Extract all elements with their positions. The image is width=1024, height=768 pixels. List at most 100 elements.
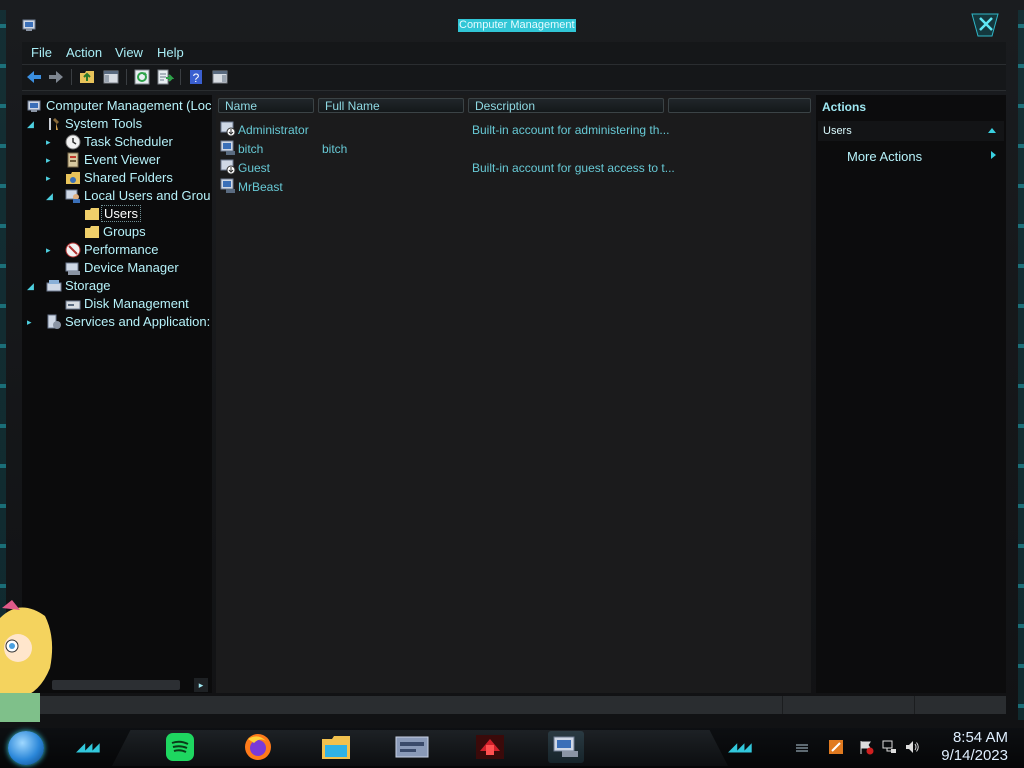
forward-arrow-icon[interactable]	[47, 68, 65, 86]
column-header-full-name[interactable]: Full Name	[318, 98, 464, 113]
expanded-chevron-icon[interactable]: ◢	[27, 119, 34, 130]
show-hide-action-pane-icon[interactable]	[211, 68, 229, 86]
tree-item-label: Device Manager	[84, 260, 179, 275]
expanded-chevron-icon[interactable]: ◢	[46, 191, 53, 202]
tree-item-label: Computer Management (Loc	[46, 98, 212, 113]
storage-icon	[46, 280, 62, 292]
close-icon[interactable]	[968, 10, 1004, 40]
chevron-ornament-icon: ◢◢◢	[76, 740, 100, 754]
network-icon[interactable]	[881, 739, 897, 755]
computer-management-icon	[22, 19, 36, 31]
user-name: Administrator	[238, 123, 309, 137]
spotify-icon[interactable]	[162, 731, 198, 763]
scroll-right-icon[interactable]: ▸	[194, 678, 208, 692]
shared-folder-icon	[66, 172, 80, 184]
users-list-view: Name Full Name Description Administrator…	[216, 95, 811, 693]
menu-help[interactable]: Help	[157, 45, 184, 60]
device-manager-icon	[65, 262, 80, 275]
actions-title: Actions	[822, 100, 867, 114]
collapsed-chevron-icon[interactable]: ▸	[46, 173, 51, 184]
user-description: Built-in account for administering th...	[472, 123, 670, 137]
status-bar-segment	[782, 696, 915, 714]
start-button[interactable]	[8, 731, 44, 765]
user-description: Built-in account for guest access to t..…	[472, 161, 675, 175]
tree-item-label: Users	[101, 205, 141, 222]
clock-date: 9/14/2023	[941, 747, 1008, 764]
tray-app-icon[interactable]	[828, 739, 844, 755]
tree-item-label: Groups	[103, 224, 146, 239]
toolbar-separator	[126, 69, 127, 85]
window-title: Computer Management	[458, 19, 576, 32]
collapsed-chevron-icon[interactable]: ▸	[27, 317, 32, 328]
computer-management-taskbar-button[interactable]	[548, 731, 584, 763]
expanded-chevron-icon[interactable]: ◢	[27, 281, 34, 292]
user-icon	[220, 178, 235, 193]
menu-view[interactable]: View	[115, 45, 143, 60]
collapsed-chevron-icon[interactable]: ▸	[46, 245, 51, 256]
refresh-icon[interactable]	[133, 68, 151, 86]
table-row[interactable]: Guest Built-in account for guest access …	[220, 159, 810, 177]
user-name: Guest	[238, 161, 271, 175]
menu-bar: File Action View Help	[22, 42, 1006, 65]
folder-icon	[85, 226, 99, 238]
disabled-user-icon	[220, 121, 236, 137]
firefox-icon[interactable]	[240, 731, 276, 763]
chevron-ornament-icon: ◢◢◢	[728, 740, 752, 754]
tree-item-label: Disk Management	[84, 296, 189, 311]
tree-item-label: Performance	[84, 242, 159, 257]
folder-icon	[85, 208, 99, 220]
services-icon	[47, 314, 61, 329]
actions-section-users[interactable]: Users	[818, 121, 1004, 141]
table-row[interactable]: Administrator Built-in account for admin…	[220, 121, 810, 139]
menu-file[interactable]: File	[31, 45, 52, 60]
collapsed-chevron-icon[interactable]: ▸	[46, 137, 51, 148]
collapsed-chevron-icon[interactable]: ▸	[46, 155, 51, 166]
tree-item-label: Local Users and Grou	[84, 188, 211, 203]
event-viewer-icon	[67, 152, 79, 168]
show-hidden-icons-icon[interactable]	[794, 739, 810, 755]
frame-right-ornament	[1018, 10, 1024, 720]
tools-icon	[49, 118, 59, 130]
computer-management-icon	[27, 100, 41, 112]
table-row[interactable]: MrBeast	[220, 178, 810, 196]
clock-icon	[65, 134, 81, 150]
tree-item-label: Event Viewer	[84, 152, 161, 167]
tree-item-label: Services and Application:	[65, 314, 211, 329]
user-icon	[220, 140, 235, 155]
status-bar-segment	[22, 696, 783, 714]
back-arrow-icon[interactable]	[25, 68, 43, 86]
export-list-icon[interactable]	[156, 68, 174, 86]
toolbar-separator	[180, 69, 181, 85]
column-header-empty[interactable]	[668, 98, 811, 113]
show-hide-console-tree-icon[interactable]	[102, 68, 120, 86]
user-full-name: bitch	[322, 142, 348, 156]
clock-time: 8:54 AM	[952, 729, 1008, 746]
user-name: bitch	[238, 142, 264, 156]
more-actions-link[interactable]: More Actions	[847, 149, 922, 164]
actions-pane: Actions Users More Actions	[816, 95, 1006, 693]
tree-item-label: Task Scheduler	[84, 134, 173, 149]
action-center-flag-icon[interactable]	[858, 739, 874, 755]
tree-item-label: Shared Folders	[84, 170, 173, 185]
users-icon	[65, 189, 80, 203]
actions-section-label: Users	[823, 125, 852, 137]
submenu-arrow-icon[interactable]	[991, 151, 996, 159]
help-icon[interactable]: ?	[187, 68, 205, 86]
scrollbar-thumb[interactable]	[52, 680, 180, 690]
computer-management-icon	[553, 736, 578, 757]
tree-item-label: Storage	[65, 278, 111, 293]
column-header-name[interactable]: Name	[218, 98, 314, 113]
red-app-icon[interactable]	[472, 731, 508, 763]
column-header-description[interactable]: Description	[468, 98, 664, 113]
menu-action[interactable]: Action	[66, 45, 102, 60]
user-name: MrBeast	[238, 180, 283, 194]
table-row[interactable]: bitch bitch	[220, 140, 810, 158]
system-clock[interactable]: 8:54 AM 9/14/2023	[918, 729, 1008, 765]
app-window-icon[interactable]	[394, 731, 430, 763]
collapse-up-icon[interactable]	[988, 128, 996, 133]
status-bar	[22, 696, 1006, 714]
file-explorer-icon[interactable]	[318, 731, 354, 763]
up-folder-icon[interactable]	[78, 68, 96, 86]
disabled-user-icon	[220, 159, 236, 175]
title-bar[interactable]: Computer Management	[0, 0, 1024, 42]
